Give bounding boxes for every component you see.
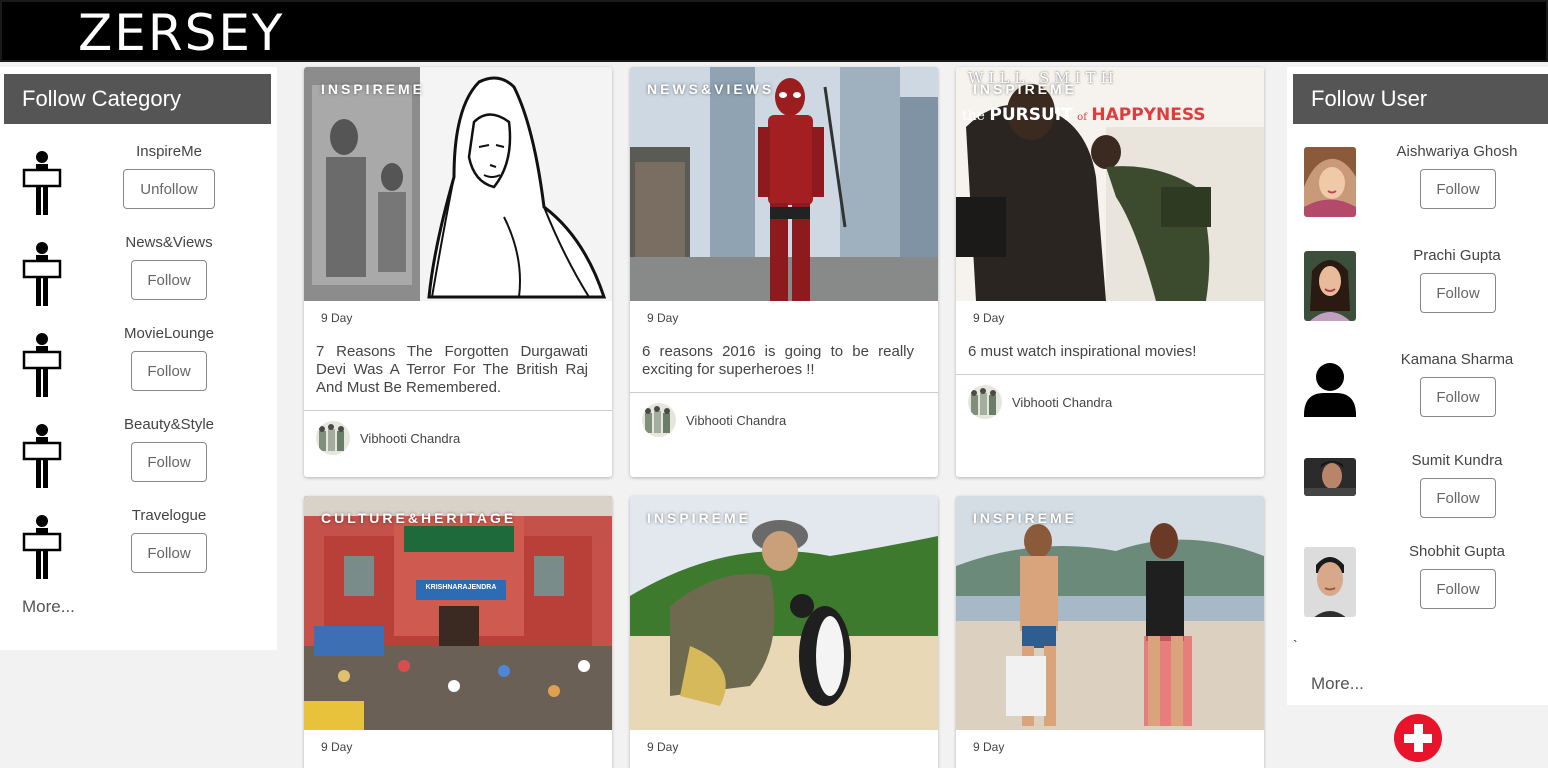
- article-title[interactable]: 6 reasons 2016 is going to be really exc…: [642, 343, 914, 379]
- category-tag: INSPIREME: [973, 510, 1078, 526]
- person-sign-icon: [22, 242, 62, 306]
- article-card[interactable]: INSPIREME 9 Day: [630, 496, 938, 768]
- category-row-beautystyle: Beauty&Style Follow: [0, 416, 277, 504]
- article-title[interactable]: 7 Reasons The Forgotten Durgawati Devi W…: [316, 343, 588, 397]
- article-card[interactable]: INSPIREME 9 Day 7 Reasons The Forgotten …: [304, 67, 612, 477]
- follow-category-title: Follow Category: [4, 74, 271, 124]
- category-row-inspireme: InspireMe Unfollow: [0, 143, 277, 231]
- author-name[interactable]: Vibhooti Chandra: [1012, 395, 1112, 410]
- user-avatar[interactable]: [1304, 251, 1356, 321]
- author-name[interactable]: Vibhooti Chandra: [360, 431, 460, 446]
- category-tag: CULTURE&HERITAGE: [321, 510, 517, 526]
- category-row-newsviews: News&Views Follow: [0, 234, 277, 322]
- article-card[interactable]: KRISHNARAJENDRA CULTURE&HERITAGE 9 Day: [304, 496, 612, 768]
- follow-button[interactable]: Follow: [1420, 569, 1496, 609]
- post-age: 9 Day: [973, 311, 1005, 325]
- category-label: Travelogue: [131, 507, 207, 524]
- article-title[interactable]: 6 must watch inspirational movies!: [968, 343, 1240, 361]
- user-row: Shobhit Gupta Follow: [1287, 543, 1548, 631]
- follow-category-panel: Follow Category InspireMe Unfollow News&…: [0, 67, 277, 650]
- article-image[interactable]: NEWS&VIEWS: [630, 67, 938, 301]
- follow-button[interactable]: Follow: [131, 260, 207, 300]
- follow-user-panel: Follow User Aishwariya Ghosh Follow Prac…: [1287, 67, 1548, 705]
- article-image[interactable]: INSPIREME: [956, 496, 1264, 730]
- stray-mark: `: [1293, 637, 1298, 653]
- user-row: Prachi Gupta Follow: [1287, 247, 1548, 335]
- user-row: Aishwariya Ghosh Follow: [1287, 143, 1548, 231]
- follow-button[interactable]: Follow: [1420, 169, 1496, 209]
- building-sign: KRISHNARAJENDRA: [425, 584, 497, 591]
- article-image[interactable]: INSPIREME: [630, 496, 938, 730]
- user-avatar[interactable]: [1304, 355, 1356, 425]
- unfollow-button[interactable]: Unfollow: [123, 169, 215, 209]
- card-divider: [304, 410, 612, 411]
- category-label: InspireMe: [136, 143, 202, 160]
- follow-button[interactable]: Follow: [131, 351, 207, 391]
- author-avatar[interactable]: [316, 421, 350, 455]
- user-row: Sumit Kundra Follow: [1287, 452, 1548, 540]
- follow-button[interactable]: Follow: [1420, 478, 1496, 518]
- category-tag: NEWS&VIEWS: [647, 81, 775, 97]
- follow-button[interactable]: Follow: [131, 442, 207, 482]
- category-label: News&Views: [125, 234, 213, 251]
- user-avatar[interactable]: [1304, 147, 1356, 217]
- card-divider: [956, 374, 1264, 375]
- article-feed: INSPIREME 9 Day 7 Reasons The Forgotten …: [290, 62, 1276, 768]
- follow-button[interactable]: Follow: [131, 533, 207, 573]
- zersey-logo[interactable]: ZERSEY: [78, 4, 284, 62]
- category-label: Beauty&Style: [123, 416, 215, 433]
- author-name[interactable]: Vibhooti Chandra: [686, 413, 786, 428]
- category-tag: INSPIREME: [647, 510, 752, 526]
- person-sign-icon: [22, 424, 62, 488]
- article-card[interactable]: NEWS&VIEWS 9 Day 6 reasons 2016 is going…: [630, 67, 938, 477]
- follow-button[interactable]: Follow: [1420, 377, 1496, 417]
- user-avatar[interactable]: [1304, 458, 1356, 496]
- post-age: 9 Day: [321, 740, 353, 754]
- more-categories-link[interactable]: More...: [22, 597, 75, 617]
- post-age: 9 Day: [321, 311, 353, 325]
- add-post-button[interactable]: [1394, 714, 1442, 762]
- post-age: 9 Day: [647, 311, 679, 325]
- user-name[interactable]: Shobhit Gupta: [1367, 543, 1547, 560]
- category-row-movielounge: MovieLounge Follow: [0, 325, 277, 413]
- follow-user-title: Follow User: [1293, 74, 1548, 124]
- article-card[interactable]: WILL SMITH the PURSUIT of HAPPYNESS INSP…: [956, 67, 1264, 477]
- article-image[interactable]: KRISHNARAJENDRA CULTURE&HERITAGE: [304, 496, 612, 730]
- user-name[interactable]: Kamana Sharma: [1367, 351, 1547, 368]
- more-users-link[interactable]: More...: [1311, 674, 1364, 694]
- category-row-travelogue: Travelogue Follow: [0, 507, 277, 595]
- poster-title: the PURSUIT of HAPPYNESS: [962, 105, 1206, 125]
- top-bar: ZERSEY: [0, 0, 1548, 62]
- category-tag: INSPIREME: [973, 81, 1078, 97]
- user-name[interactable]: Sumit Kundra: [1367, 452, 1547, 469]
- user-avatar[interactable]: [1304, 547, 1356, 617]
- post-age: 9 Day: [973, 740, 1005, 754]
- card-divider: [630, 392, 938, 393]
- article-card[interactable]: INSPIREME 9 Day: [956, 496, 1264, 768]
- user-name[interactable]: Aishwariya Ghosh: [1367, 143, 1547, 160]
- category-tag: INSPIREME: [321, 81, 426, 97]
- article-image[interactable]: WILL SMITH the PURSUIT of HAPPYNESS INSP…: [956, 67, 1264, 301]
- user-name[interactable]: Prachi Gupta: [1367, 247, 1547, 264]
- category-label: MovieLounge: [123, 325, 215, 342]
- person-sign-icon: [22, 151, 62, 215]
- person-sign-icon: [22, 515, 62, 579]
- article-image[interactable]: INSPIREME: [304, 67, 612, 301]
- user-row: Kamana Sharma Follow: [1287, 351, 1548, 439]
- author-avatar[interactable]: [968, 385, 1002, 419]
- post-age: 9 Day: [647, 740, 679, 754]
- follow-button[interactable]: Follow: [1420, 273, 1496, 313]
- person-sign-icon: [22, 333, 62, 397]
- author-avatar[interactable]: [642, 403, 676, 437]
